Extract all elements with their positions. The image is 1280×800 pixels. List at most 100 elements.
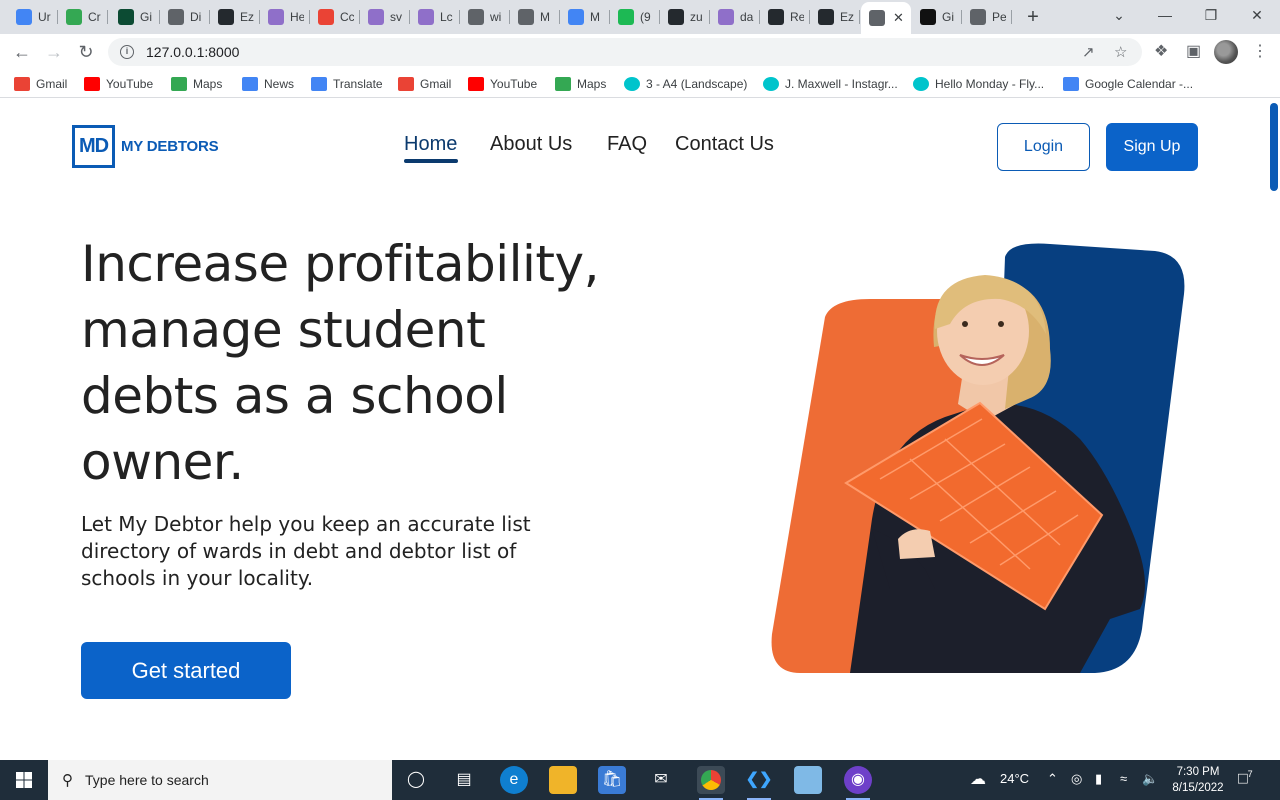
browser-tab[interactable]: (9 <box>610 4 660 30</box>
tray-chevron-icon[interactable]: ⌃ <box>1047 771 1058 787</box>
github-icon <box>668 9 684 25</box>
windows-start-icon[interactable] <box>0 760 48 800</box>
bookmark-item[interactable]: YouTube <box>84 76 153 92</box>
browser-tab[interactable]: Ur <box>8 4 58 30</box>
github-desktop-icon[interactable]: ◉ <box>844 766 872 800</box>
get-started-button[interactable]: Get started <box>81 642 291 699</box>
tab-search-chevron-icon[interactable]: ⌄ <box>1096 0 1142 32</box>
h-icon <box>718 9 734 25</box>
minimize-button[interactable]: — <box>1142 0 1188 32</box>
bookmark-item[interactable]: 3 - A4 (Landscape) <box>624 76 747 92</box>
browser-tab[interactable]: Pe <box>962 4 1012 30</box>
reload-button[interactable]: ↻ <box>72 39 100 65</box>
new-tab-button[interactable]: + <box>1020 5 1046 29</box>
volume-icon[interactable]: 🔈 <box>1142 771 1158 787</box>
store-icon[interactable]: 🛍 <box>598 766 626 794</box>
browser-tab[interactable]: Cc <box>310 4 360 30</box>
nav-about-us[interactable]: About Us <box>490 133 572 156</box>
tab-label: He <box>290 10 304 24</box>
restore-button[interactable]: ❐ <box>1188 0 1234 32</box>
browser-tab[interactable]: Gi <box>110 4 160 30</box>
canva-icon <box>763 77 779 91</box>
notification-icon[interactable]: □7 <box>1238 769 1253 788</box>
logo-text: MY DEBTORS <box>121 138 219 155</box>
share-icon[interactable]: ↗ <box>1082 43 1095 61</box>
calendar-icon <box>1063 77 1079 91</box>
profile-avatar[interactable] <box>1214 40 1238 64</box>
bookmark-item[interactable]: Translate <box>311 76 383 92</box>
bookmark-item[interactable]: Maps <box>171 76 222 92</box>
bookmarks-bar: Gmail YouTube Maps News Translate Gmail YouTub… <box>0 70 1280 98</box>
side-panel-icon[interactable]: ▣ <box>1186 41 1201 61</box>
bookmark-label: 3 - A4 (Landscape) <box>646 77 748 91</box>
bookmark-item[interactable]: J. Maxwell - Instagr... <box>763 76 898 92</box>
browser-tab[interactable]: zu <box>660 4 710 30</box>
bookmark-item[interactable]: YouTube <box>468 76 537 92</box>
back-button[interactable]: ← <box>8 39 36 65</box>
page-scrollbar[interactable] <box>1270 103 1278 191</box>
nav-home[interactable]: Home <box>404 133 457 156</box>
bookmark-item[interactable]: Google Calendar -... <box>1063 76 1193 92</box>
mail-icon[interactable]: ✉ <box>647 766 675 794</box>
taskbar-search[interactable]: ⚲ Type here to search <box>48 760 392 800</box>
browser-tab[interactable]: da <box>710 4 760 30</box>
tab-label: Cc <box>340 10 354 24</box>
edge-icon[interactable]: e <box>500 766 528 794</box>
file-explorer-icon[interactable] <box>549 766 577 794</box>
browser-tab[interactable]: M <box>560 4 610 30</box>
globe-icon <box>168 9 184 25</box>
site-info-icon[interactable]: i <box>120 45 134 59</box>
search-placeholder: Type here to search <box>85 772 209 788</box>
bookmark-star-icon[interactable]: ☆ <box>1114 43 1127 61</box>
clock[interactable]: 7:30 PM 8/15/2022 <box>1168 764 1228 796</box>
canva-icon <box>624 77 640 91</box>
globe-icon <box>518 9 534 25</box>
weather-temp[interactable]: 24°C <box>1000 771 1029 786</box>
nav-contact-us[interactable]: Contact Us <box>675 133 774 156</box>
browser-tab[interactable]: M <box>510 4 560 30</box>
browser-tab[interactable]: Di <box>160 4 210 30</box>
bookmark-label: Gmail <box>36 77 68 91</box>
browser-tab[interactable]: Gi <box>912 4 962 30</box>
browser-tab[interactable]: Cr <box>58 4 108 30</box>
task-view-icon[interactable]: ▤ <box>450 766 478 794</box>
browser-tab[interactable]: Ez <box>210 4 260 30</box>
battery-icon[interactable]: ▮ <box>1095 771 1102 787</box>
bookmark-item[interactable]: Hello Monday - Fly... <box>913 76 1044 92</box>
forward-button[interactable]: → <box>40 39 68 65</box>
browser-tab[interactable]: wi <box>460 4 510 30</box>
bookmark-item[interactable]: News <box>242 76 294 92</box>
bookmark-item[interactable]: Maps <box>555 76 606 92</box>
hero-title: Increase profitability, manage student d… <box>81 235 600 491</box>
meet-icon[interactable]: ◎ <box>1071 771 1082 787</box>
bookmark-label: Hello Monday - Fly... <box>935 77 1045 91</box>
browser-tab[interactable]: ✕ <box>861 2 911 34</box>
wifi-icon[interactable]: ≈ <box>1120 771 1127 786</box>
extensions-icon[interactable]: ❖ <box>1154 41 1168 61</box>
tab-label: Ez <box>840 10 854 24</box>
browser-tab[interactable]: Re <box>760 4 810 30</box>
browser-tab[interactable]: Lc <box>410 4 460 30</box>
login-button[interactable]: Login <box>997 123 1090 171</box>
browser-tab[interactable]: He <box>260 4 310 30</box>
close-tab-icon[interactable]: ✕ <box>893 10 904 26</box>
chrome-icon[interactable] <box>697 766 725 800</box>
menu-kebab-icon[interactable]: ⋮ <box>1252 41 1268 61</box>
globe-icon <box>468 9 484 25</box>
notepad-icon[interactable] <box>794 766 822 794</box>
weather-icon[interactable]: ☁ <box>970 769 986 789</box>
h-icon <box>268 9 284 25</box>
browser-tab[interactable]: Ez <box>810 4 860 30</box>
vscode-icon[interactable]: ❮❯ <box>745 766 773 800</box>
tab-label: wi <box>490 10 502 24</box>
browser-tab[interactable]: sv <box>360 4 410 30</box>
cortana-icon[interactable]: ◯ <box>402 766 430 794</box>
nav-faq[interactable]: FAQ <box>607 133 647 156</box>
bookmark-label: Gmail <box>420 77 452 91</box>
bookmark-item[interactable]: Gmail <box>398 76 451 92</box>
sign-up-button[interactable]: Sign Up <box>1106 123 1198 171</box>
address-bar[interactable]: i 127.0.0.1:8000 <box>108 38 1142 66</box>
close-window-button[interactable]: ✕ <box>1234 0 1280 32</box>
site-logo[interactable]: MD MY DEBTORS <box>72 125 219 168</box>
bookmark-item[interactable]: Gmail <box>14 76 67 92</box>
